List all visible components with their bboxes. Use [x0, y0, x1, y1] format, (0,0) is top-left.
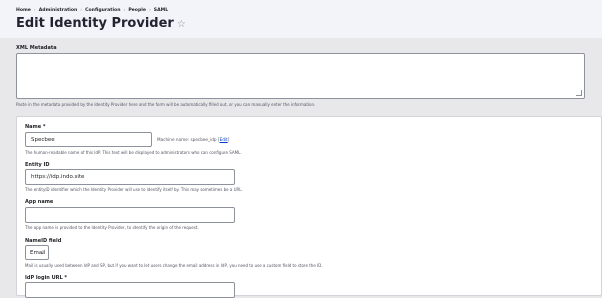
name-label: Name *	[25, 124, 46, 130]
breadcrumb-saml[interactable]: SAML	[154, 8, 168, 13]
breadcrumb-separator: ›	[123, 8, 126, 13]
entity-id-input-value: https://idp.indo.site	[31, 174, 85, 180]
xml-metadata-label: XML Metadata	[16, 45, 57, 51]
machine-name-bracket-close: ]	[227, 137, 230, 142]
idp-login-url-input[interactable]	[25, 282, 235, 298]
app-name-input[interactable]	[25, 207, 235, 223]
name-description: The human-readable name of this IdP. Thi…	[25, 150, 242, 155]
app-name-label: App name	[25, 199, 54, 205]
page-header: Home › Administration › Configuration › People…	[0, 0, 602, 38]
entity-id-input[interactable]: https://idp.indo.site	[25, 169, 235, 185]
resize-grip-icon[interactable]	[576, 90, 582, 96]
idp-login-url-label: IdP login URL *	[25, 275, 68, 281]
nameid-field-select[interactable]: Email ⌄	[25, 245, 49, 260]
entity-id-label: Entity ID	[25, 162, 50, 168]
machine-name-edit-link[interactable]: Edit	[220, 137, 228, 142]
breadcrumb-home[interactable]: Home	[16, 8, 31, 13]
star-icon[interactable]: ☆	[177, 19, 186, 30]
chevron-down-icon: ⌄	[39, 249, 45, 256]
breadcrumb-separator: ›	[80, 8, 83, 13]
breadcrumb-configuration[interactable]: Configuration	[85, 8, 120, 13]
nameid-field-label: NameID field	[25, 238, 62, 244]
breadcrumb: Home › Administration › Configuration › People…	[16, 8, 168, 13]
app-name-description: The app name is provided to the Identity…	[25, 225, 199, 230]
machine-name-label: Machine name: specbee_idp	[157, 137, 217, 142]
xml-metadata-textarea[interactable]	[16, 53, 585, 99]
page-title-text: Edit Identity Provider	[16, 16, 174, 31]
xml-metadata-description: Paste in the metadata provided by the Id…	[16, 102, 316, 107]
page-title: Edit Identity Provider ☆	[16, 16, 186, 31]
breadcrumb-people[interactable]: People	[128, 8, 146, 13]
machine-name: Machine name: specbee_idp [Edit]	[157, 137, 229, 142]
idp-settings-panel: Name * Specbee Machine name: specbee_idp…	[16, 116, 602, 298]
breadcrumb-separator: ›	[148, 8, 151, 13]
name-input-value: Specbee	[31, 136, 55, 143]
breadcrumb-separator: ›	[33, 8, 36, 13]
name-input[interactable]: Specbee	[25, 132, 152, 147]
breadcrumb-administration[interactable]: Administration	[39, 8, 78, 13]
entity-id-description: The entityID identifier which the Identi…	[25, 187, 243, 192]
nameid-field-description: Mail is usually used between IdP and SP,…	[25, 263, 323, 268]
